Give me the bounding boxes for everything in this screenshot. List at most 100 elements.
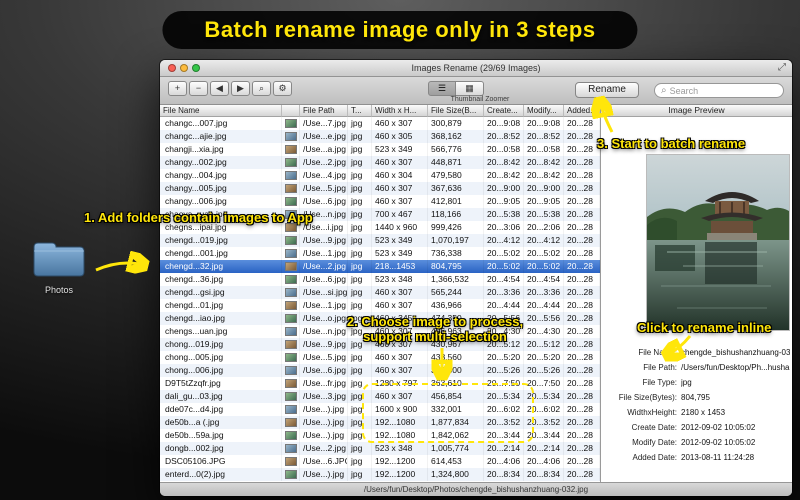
- table-row[interactable]: chengd...32.jpg/Use...2.jpg jpg 218...1453…: [160, 260, 600, 273]
- table-row[interactable]: chengd...001.jpg/Use...1.jpg jpg 523 x 349…: [160, 247, 600, 260]
- titlebar[interactable]: Images Rename (29/69 Images) ⤢: [160, 60, 792, 77]
- table-cell: /Use...).jpg: [300, 468, 348, 481]
- column-header-2[interactable]: File Path: [300, 105, 348, 117]
- table-row[interactable]: D9T5tZzqfr.jpg/Use...fr.jpg jpg 1280 x 797…: [160, 377, 600, 390]
- table-cell: 20...8:42: [524, 156, 564, 169]
- table-row[interactable]: chengd...gsi.jpg/Use...si.jpg jpg 460 x 30…: [160, 286, 600, 299]
- preview-field-label: WidthxHeight:: [627, 408, 677, 417]
- table-row[interactable]: changy...004.jpg/Use...4.jpg jpg 460 x 304…: [160, 169, 600, 182]
- table-cell: 460 x 305: [372, 130, 428, 143]
- table-row[interactable]: chengd...019.jpg/Use...9.jpg jpg 523 x 349…: [160, 234, 600, 247]
- list-view-button[interactable]: ☰: [428, 81, 456, 96]
- table-cell: 20...3:52: [524, 416, 564, 429]
- file-thumbnail: [285, 145, 297, 154]
- table-row[interactable]: changy...006.jpg/Use...6.jpg jpg 460 x 307…: [160, 195, 600, 208]
- rename-button[interactable]: Rename: [575, 82, 639, 98]
- table-row[interactable]: dde07c...d4.jpg/Use...).jpg jpg 1600 x 900…: [160, 403, 600, 416]
- zoom-button[interactable]: [192, 64, 200, 72]
- search-field[interactable]: ⌕: [654, 83, 784, 98]
- column-header-3[interactable]: T...: [348, 105, 372, 117]
- table-cell: jpg: [348, 169, 372, 182]
- action-button[interactable]: ⚙: [273, 81, 292, 96]
- remove-button[interactable]: −: [189, 81, 208, 96]
- preview-field-value: 2012-09-02 10:05:02: [681, 438, 756, 447]
- add-button[interactable]: +: [168, 81, 187, 96]
- table-cell: 804,795: [428, 260, 484, 273]
- table-cell: 460 x 307: [372, 286, 428, 299]
- table-cell: 20...28: [564, 403, 600, 416]
- file-thumbnail-cell: [282, 377, 300, 390]
- table-cell: 1440 x 960: [372, 221, 428, 234]
- column-header-4[interactable]: Width x H...: [372, 105, 428, 117]
- table-cell: 20...28: [564, 234, 600, 247]
- preview-field-value[interactable]: chengde_bishushanzhuang-032.jpg: [681, 348, 790, 357]
- file-thumbnail-cell: [282, 143, 300, 156]
- table-cell: jpg: [348, 247, 372, 260]
- table-cell: dali_gu...03.jpg: [160, 390, 282, 403]
- table-row[interactable]: changy...002.jpg/Use...2.jpg jpg 460 x 307…: [160, 156, 600, 169]
- table-row[interactable]: DSC05106.JPG/Use...6.JPG jpg 192...1200 614…: [160, 455, 600, 468]
- table-cell: 523 x 349: [372, 247, 428, 260]
- table-cell: 20...28: [564, 182, 600, 195]
- table-cell: chengd...iao.jpg: [160, 312, 282, 325]
- table-row[interactable]: chengd...01.jpg/Use...1.jpg jpg 460 x 307 4…: [160, 299, 600, 312]
- column-header-6[interactable]: Create...: [484, 105, 524, 117]
- search-input[interactable]: [669, 85, 777, 96]
- table-cell: 20...5:02: [484, 247, 524, 260]
- column-header-0[interactable]: File Name: [160, 105, 282, 117]
- table-cell: 460 x 307: [372, 195, 428, 208]
- file-thumbnail: [285, 457, 297, 466]
- column-header-1[interactable]: [282, 105, 300, 117]
- table-cell: 460 x 304: [372, 169, 428, 182]
- annotation-step2-line2: support multi-selection: [363, 329, 507, 344]
- banner-title: Batch rename image only in 3 steps: [204, 17, 596, 42]
- table-row[interactable]: changji...xia.jpg/Use...a.jpg jpg 523 x 34…: [160, 143, 600, 156]
- photos-folder[interactable]: Photos: [30, 238, 88, 295]
- column-header-8[interactable]: Added...: [564, 105, 600, 117]
- table-row[interactable]: de50b...a (.jpg/Use...).jpg jpg 192...1080…: [160, 416, 600, 429]
- search-toggle-button[interactable]: ⌕: [252, 81, 271, 96]
- file-thumbnail-cell: [282, 416, 300, 429]
- table-row[interactable]: chong...006.jpg/Use...6.jpg jpg 460 x 307 3…: [160, 364, 600, 377]
- table-row[interactable]: chong...005.jpg/Use...5.jpg jpg 460 x 307 4…: [160, 351, 600, 364]
- table-cell: 332,001: [428, 403, 484, 416]
- table-cell: 20...5:26: [524, 364, 564, 377]
- table-cell: 20...9:08: [524, 117, 564, 130]
- back-button[interactable]: ◀: [210, 81, 229, 96]
- table-row[interactable]: dali_gu...03.jpg/Use...3.jpg jpg 460 x 307…: [160, 390, 600, 403]
- column-header-7[interactable]: Modify...: [524, 105, 564, 117]
- table-row[interactable]: changc...ajie.jpg/Use...e.jpg jpg 460 x 30…: [160, 130, 600, 143]
- preview-field-value: jpg: [681, 378, 692, 387]
- preview-field-value: 2012-09-02 10:05:02: [681, 423, 756, 432]
- table-cell: 363,610: [428, 377, 484, 390]
- table-cell: jpg: [348, 351, 372, 364]
- table-cell: changji...xia.jpg: [160, 143, 282, 156]
- table-cell: 20...9:00: [484, 182, 524, 195]
- close-button[interactable]: [168, 64, 176, 72]
- table-cell: /Use...).jpg: [300, 403, 348, 416]
- table-row[interactable]: changc...007.jpg/Use...7.jpg jpg 460 x 307…: [160, 117, 600, 130]
- table-cell: 20...5:38: [484, 208, 524, 221]
- forward-button[interactable]: ▶: [231, 81, 250, 96]
- table-row[interactable]: dongb...002.jpg/Use...2.jpg jpg 523 x 348 1…: [160, 442, 600, 455]
- minimize-button[interactable]: [180, 64, 188, 72]
- file-thumbnail: [285, 288, 297, 297]
- preview-field: Added Date: 2013-08-11 11:24:28: [603, 450, 790, 465]
- preview-field-label: File Name:: [638, 348, 677, 357]
- table-cell: 523 x 349: [372, 234, 428, 247]
- table-row[interactable]: changy...005.jpg/Use...5.jpg jpg 460 x 307…: [160, 182, 600, 195]
- table-row[interactable]: enterd...0(2).jpg/Use...).jpg jpg 192...12…: [160, 468, 600, 481]
- table-cell: 1,070,197: [428, 234, 484, 247]
- table-row[interactable]: de50b...59a.jpg/Use...).jpg jpg 192...1080…: [160, 429, 600, 442]
- table-cell: /Use...3.jpg: [300, 390, 348, 403]
- table-cell: 523 x 348: [372, 273, 428, 286]
- column-header-5[interactable]: File Size(B...: [428, 105, 484, 117]
- table-cell: 20...28: [564, 338, 600, 351]
- table-cell: jpg: [348, 208, 372, 221]
- thumbnail-view-button[interactable]: ▦: [456, 81, 484, 96]
- fullscreen-icon[interactable]: ⤢: [778, 62, 786, 73]
- table-cell: changy...002.jpg: [160, 156, 282, 169]
- table-row[interactable]: chengd...36.jpg/Use...6.jpg jpg 523 x 348 1…: [160, 273, 600, 286]
- table-cell: 1,005,774: [428, 442, 484, 455]
- preview-field-label: Create Date:: [631, 423, 677, 432]
